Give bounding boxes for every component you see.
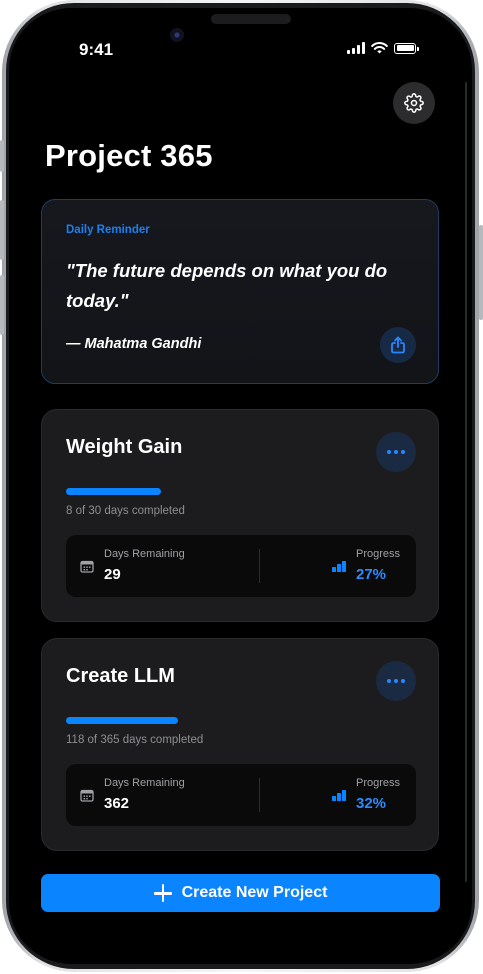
share-button[interactable] [380, 327, 416, 363]
days-remaining-value: 29 [104, 566, 121, 583]
create-new-project-button[interactable]: Create New Project [41, 874, 440, 912]
days-completed-text: 118 of 365 days completed [66, 734, 204, 746]
page-title: Project 365 [45, 138, 213, 173]
create-button-label: Create New Project [181, 884, 328, 901]
project-card-create-llm[interactable]: Create LLM 118 of 365 days completed Day… [41, 638, 439, 851]
bar-chart-icon [332, 561, 346, 572]
status-time: 9:41 [79, 40, 114, 59]
project-title: Create LLM [66, 665, 175, 687]
days-completed-text: 8 of 30 days completed [66, 505, 185, 517]
share-icon [391, 336, 405, 354]
progress-bar [66, 717, 416, 724]
power-button [479, 225, 483, 320]
front-camera [170, 28, 184, 42]
project-title: Weight Gain [66, 436, 183, 458]
settings-gear-icon [404, 93, 424, 113]
progress-percent: 32% [356, 795, 387, 812]
progress-bar-fill [66, 717, 178, 724]
wifi-icon [371, 42, 388, 54]
speaker-grille [211, 14, 291, 24]
daily-reminder-card: Daily Reminder "The future depends on wh… [41, 199, 439, 384]
project-stats-panel: Days Remaining 29 Progress 27% [66, 535, 416, 597]
more-options-button[interactable] [376, 432, 416, 472]
progress-bar [66, 488, 416, 495]
battery-icon [394, 42, 419, 54]
days-remaining-label: Days Remaining [104, 548, 185, 560]
project-stats-panel: Days Remaining 362 Progress 32% [66, 764, 416, 826]
more-dots-icon [387, 679, 391, 683]
reminder-author: — Mahatma Gandhi [66, 336, 202, 352]
reminder-label: Daily Reminder [66, 224, 150, 236]
plus-icon [153, 884, 172, 902]
days-remaining-value: 362 [104, 795, 130, 812]
days-remaining-label: Days Remaining [104, 777, 185, 789]
settings-button[interactable] [393, 82, 435, 124]
volume-down-button [0, 275, 4, 335]
progress-bar-fill [66, 488, 161, 495]
cellular-signal-icon [347, 42, 365, 54]
more-dots-icon [387, 450, 391, 454]
stats-divider [259, 778, 260, 812]
calendar-icon [80, 560, 94, 573]
calendar-icon [80, 789, 94, 802]
stats-divider [259, 549, 260, 583]
scroll-indicator[interactable] [465, 82, 467, 882]
bar-chart-icon [332, 790, 346, 801]
progress-label: Progress [356, 777, 401, 789]
phone-screen: 9:41 Project 365 Daily Reminder "The fut… [9, 8, 472, 964]
reminder-quote: "The future depends on what you do today… [66, 260, 388, 311]
volume-up-button [0, 200, 4, 260]
progress-percent: 27% [356, 566, 387, 583]
status-icons [347, 42, 419, 54]
action-button [0, 140, 4, 172]
progress-label: Progress [356, 548, 401, 560]
project-card-weight-gain[interactable]: Weight Gain 8 of 30 days completed Days … [41, 409, 439, 622]
more-options-button[interactable] [376, 661, 416, 701]
